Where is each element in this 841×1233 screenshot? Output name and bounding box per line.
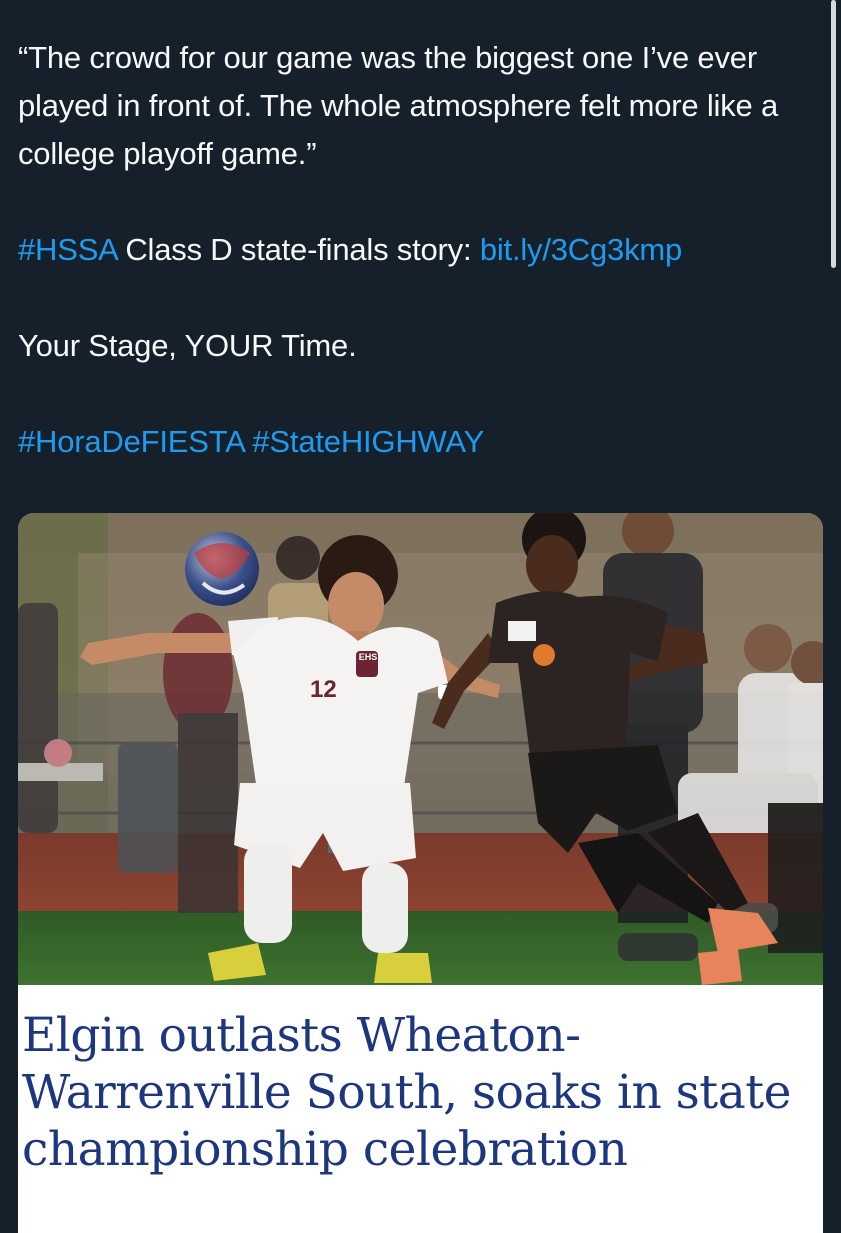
- article-headline[interactable]: Elgin outlasts Wheaton-Warrenville South…: [22, 1007, 822, 1178]
- jersey-number: 12: [310, 676, 337, 703]
- hashtag-horadefiesta[interactable]: #HoraDeFIESTA: [18, 424, 244, 459]
- tweet-hashtags: #HoraDeFIESTA #StateHIGHWAY: [18, 418, 818, 466]
- tweet-text: “The crowd for our game was the biggest …: [18, 34, 818, 466]
- tweet-quote: “The crowd for our game was the biggest …: [18, 40, 778, 171]
- scrollbar[interactable]: [827, 0, 841, 1200]
- link-preview-card[interactable]: 12 EHS Elgin outlasts Wheaton-Warrenvill…: [18, 513, 823, 1233]
- story-text: Class D state-finals story:: [116, 232, 480, 267]
- crest-text: EHS: [358, 652, 378, 662]
- soccer-ball: [185, 532, 259, 606]
- hashtag-hssa[interactable]: #HSSA: [18, 232, 117, 267]
- soccer-photo-illustration: [18, 513, 823, 985]
- hashtag-statehighway[interactable]: #StateHIGHWAY: [252, 424, 484, 459]
- tweet-story-line: #HSSA Class D state-finals story: bit.ly…: [18, 226, 818, 274]
- scrollbar-thumb[interactable]: [831, 0, 836, 268]
- story-link[interactable]: bit.ly/3Cg3kmp: [480, 232, 682, 267]
- tweet-tagline: Your Stage, YOUR Time.: [18, 328, 357, 363]
- soccer-photo[interactable]: 12 EHS: [18, 513, 823, 985]
